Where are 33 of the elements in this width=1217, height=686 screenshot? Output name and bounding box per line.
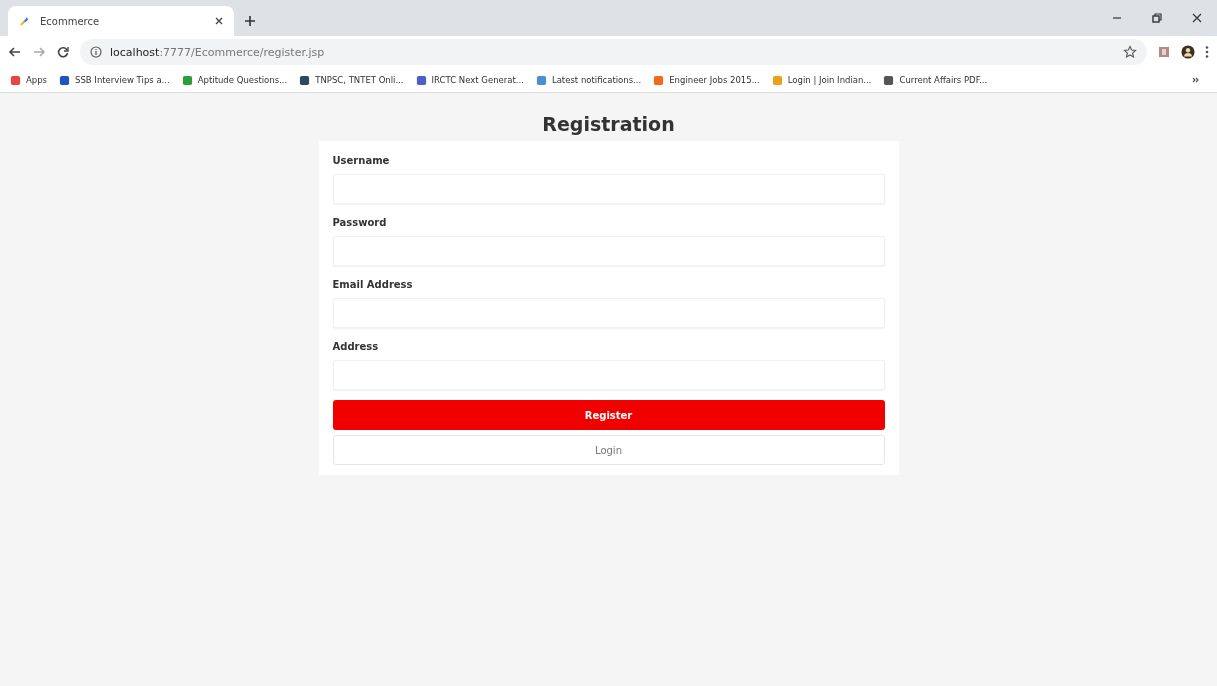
chevron-icon[interactable] <box>1191 75 1201 85</box>
close-icon[interactable] <box>1191 12 1203 24</box>
profile-avatar-icon[interactable] <box>1181 45 1195 59</box>
restore-icon[interactable] <box>1151 12 1163 24</box>
field-label: Password <box>332 217 388 228</box>
address-bar[interactable]: localhost:7777/Ecommerce/register.jsp <box>80 39 1147 65</box>
field-label: Username <box>332 155 391 166</box>
bookmark-item[interactable]: IRCTC Next Generat... <box>415 74 524 86</box>
login-button[interactable]: Login <box>332 435 885 465</box>
info-icon <box>90 46 102 58</box>
url-text: localhost:7777/Ecommerce/register.jsp <box>110 45 325 59</box>
page-title: Registration <box>542 113 675 135</box>
field-label: Address <box>332 341 380 352</box>
bookmark-item[interactable]: Latest notifications... <box>535 74 642 86</box>
browser-tab[interactable]: Ecommerce <box>8 6 234 36</box>
bookmark-item[interactable]: Aptitude Questions... <box>181 74 288 86</box>
bookmark-item[interactable]: Apps <box>10 74 48 86</box>
extension-icon[interactable] <box>1157 45 1171 59</box>
star-icon[interactable] <box>1123 45 1137 59</box>
register-button[interactable]: Register <box>332 400 885 430</box>
new-tab-icon[interactable] <box>244 15 256 27</box>
bookmark-item[interactable]: Current Affairs PDF... <box>883 74 988 86</box>
bookmark-item[interactable]: TNPSC, TNTET Onli... <box>299 74 404 86</box>
back-arrow-icon[interactable] <box>8 45 22 59</box>
bookmark-item[interactable]: Engineer Jobs 2015... <box>653 74 760 86</box>
bookmark-item[interactable]: SSB Interview Tips a... <box>59 74 170 86</box>
bookmark-item[interactable]: Login | Join Indian... <box>771 74 872 86</box>
reload-icon[interactable] <box>56 45 70 59</box>
tab-title: Ecommerce <box>40 15 101 27</box>
field-label: Email Address <box>332 279 414 290</box>
feather-icon <box>18 15 30 27</box>
close-icon[interactable] <box>214 16 224 26</box>
menu-icon[interactable] <box>1205 45 1209 59</box>
